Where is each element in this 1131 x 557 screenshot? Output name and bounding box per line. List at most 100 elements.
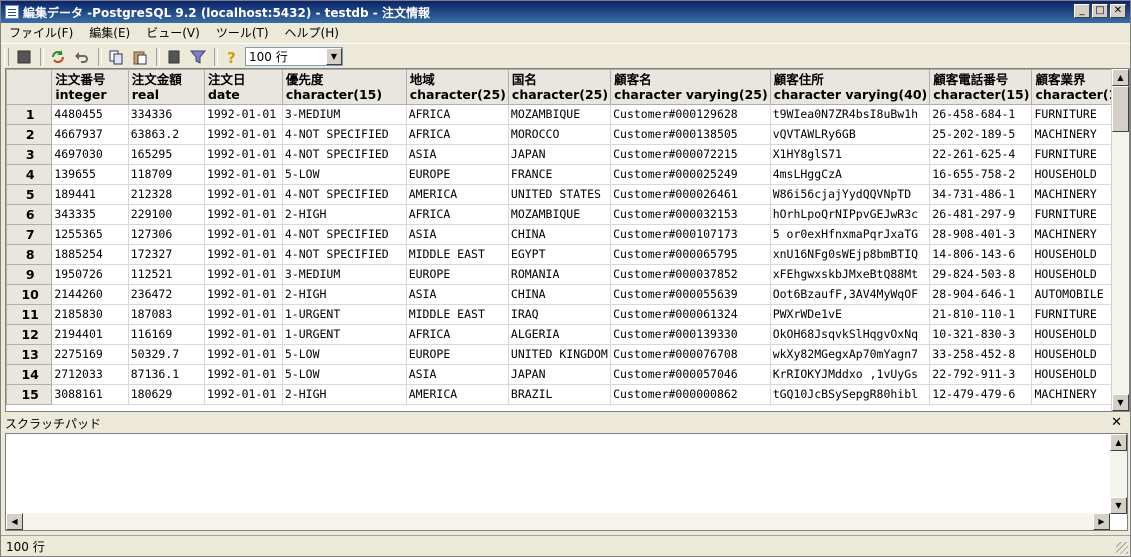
table-cell[interactable]: CHINA bbox=[507, 284, 612, 305]
table-cell[interactable]: 4697030 bbox=[51, 144, 129, 165]
table-cell[interactable]: 28-908-401-3 bbox=[929, 224, 1033, 245]
table-cell[interactable]: 4480455 bbox=[51, 104, 129, 125]
table-cell[interactable]: Customer#000138505 bbox=[610, 124, 771, 145]
table-cell[interactable]: 3-MEDIUM bbox=[281, 104, 407, 125]
table-cell[interactable]: 2275169 bbox=[51, 344, 129, 365]
table-cell[interactable]: Customer#000129628 bbox=[610, 104, 771, 125]
table-cell[interactable]: 139655 bbox=[51, 164, 129, 185]
table-cell[interactable]: OkOH68JsqvkSlHqgvOxNq bbox=[769, 324, 931, 345]
table-cell[interactable]: AFRICA bbox=[405, 324, 509, 345]
table-cell[interactable]: MIDDLE EAST bbox=[405, 304, 509, 325]
row-number[interactable]: 7 bbox=[6, 224, 53, 245]
stop-icon[interactable] bbox=[13, 46, 35, 68]
table-cell[interactable]: 1255365 bbox=[51, 224, 129, 245]
table-cell[interactable]: JAPAN bbox=[507, 144, 612, 165]
table-cell[interactable]: Customer#000107173 bbox=[610, 224, 771, 245]
row-number[interactable]: 14 bbox=[6, 364, 53, 385]
row-number[interactable]: 11 bbox=[6, 304, 53, 325]
table-cell[interactable]: 112521 bbox=[127, 264, 205, 285]
table-cell[interactable]: JAPAN bbox=[507, 364, 612, 385]
table-cell[interactable]: 1992-01-01 bbox=[203, 364, 283, 385]
table-cell[interactable]: 1992-01-01 bbox=[203, 384, 283, 405]
table-cell[interactable]: 33-258-452-8 bbox=[929, 344, 1033, 365]
table-cell[interactable]: EUROPE bbox=[405, 264, 509, 285]
menu-view[interactable]: ビュー(V) bbox=[138, 24, 208, 42]
filter-icon[interactable] bbox=[187, 46, 209, 68]
column-header[interactable]: 顧客住所 character varying(40) bbox=[769, 69, 931, 105]
table-cell[interactable]: hOrhLpoQrNIPpvGEJwR3c bbox=[769, 204, 931, 225]
table-cell[interactable]: 4-NOT SPECIFIED bbox=[281, 124, 407, 145]
table-cell[interactable]: 4667937 bbox=[51, 124, 129, 145]
table-cell[interactable]: wkXy82MGegxAp70mYagn7 bbox=[769, 344, 931, 365]
table-cell[interactable]: 22-261-625-4 bbox=[929, 144, 1033, 165]
column-header[interactable]: 注文番号 integer bbox=[51, 69, 129, 105]
table-cell[interactable]: 5-LOW bbox=[281, 344, 407, 365]
table-cell[interactable]: MOZAMBIQUE bbox=[507, 104, 612, 125]
table-cell[interactable]: 1992-01-01 bbox=[203, 224, 283, 245]
table-cell[interactable]: 1992-01-01 bbox=[203, 124, 283, 145]
column-header[interactable]: 地域 character(25) bbox=[405, 69, 509, 105]
table-cell[interactable]: 22-792-911-3 bbox=[929, 364, 1033, 385]
scroll-thumb[interactable] bbox=[1112, 86, 1129, 132]
copy-icon[interactable] bbox=[105, 46, 127, 68]
resize-grip-icon[interactable] bbox=[1116, 542, 1128, 554]
table-cell[interactable]: EUROPE bbox=[405, 164, 509, 185]
table-cell[interactable]: 5-LOW bbox=[281, 164, 407, 185]
table-cell[interactable]: 63863.2 bbox=[127, 124, 205, 145]
table-cell[interactable]: 4-NOT SPECIFIED bbox=[281, 224, 407, 245]
table-cell[interactable]: tGQ10JcBSySepgR80hibl bbox=[769, 384, 931, 405]
table-cell[interactable]: UNITED KINGDOM bbox=[507, 344, 612, 365]
table-cell[interactable]: Customer#000076708 bbox=[610, 344, 771, 365]
table-cell[interactable]: 4-NOT SPECIFIED bbox=[281, 144, 407, 165]
table-cell[interactable]: 1992-01-01 bbox=[203, 184, 283, 205]
table-cell[interactable]: Oot6BzaufF,3AV4MyWqOF bbox=[769, 284, 931, 305]
table-cell[interactable]: 1950726 bbox=[51, 264, 129, 285]
table-cell[interactable]: UNITED STATES bbox=[507, 184, 612, 205]
row-number[interactable]: 15 bbox=[6, 384, 53, 405]
table-cell[interactable]: Customer#000061324 bbox=[610, 304, 771, 325]
table-cell[interactable]: MOZAMBIQUE bbox=[507, 204, 612, 225]
table-cell[interactable]: 172327 bbox=[127, 244, 205, 265]
paste-icon[interactable] bbox=[129, 46, 151, 68]
table-cell[interactable]: MIDDLE EAST bbox=[405, 244, 509, 265]
table-cell[interactable]: 4msLHggCzA bbox=[769, 164, 931, 185]
table-cell[interactable]: 25-202-189-5 bbox=[929, 124, 1033, 145]
table-cell[interactable]: PWXrWDe1vE bbox=[769, 304, 931, 325]
table-cell[interactable]: 16-655-758-2 bbox=[929, 164, 1033, 185]
table-cell[interactable]: xFEhgwxskbJMxeBtQ88Mt bbox=[769, 264, 931, 285]
close-button[interactable]: ✕ bbox=[1110, 4, 1126, 18]
table-cell[interactable]: 1992-01-01 bbox=[203, 344, 283, 365]
row-number[interactable]: 2 bbox=[6, 124, 53, 145]
row-number[interactable]: 1 bbox=[6, 104, 53, 125]
menu-help[interactable]: ヘルプ(H) bbox=[277, 24, 347, 42]
table-cell[interactable]: 26-458-684-1 bbox=[929, 104, 1033, 125]
close-icon[interactable]: ✕ bbox=[1111, 415, 1122, 430]
table-cell[interactable]: 118709 bbox=[127, 164, 205, 185]
row-number[interactable]: 13 bbox=[6, 344, 53, 365]
grid-vertical-scrollbar[interactable]: ▲ ▼ bbox=[1111, 69, 1129, 411]
scratchpad-vertical-scrollbar[interactable]: ▲ ▼ bbox=[1110, 434, 1127, 514]
row-number[interactable]: 12 bbox=[6, 324, 53, 345]
row-number[interactable]: 10 bbox=[6, 284, 53, 305]
table-cell[interactable]: AMERICA bbox=[405, 184, 509, 205]
table-cell[interactable]: 50329.7 bbox=[127, 344, 205, 365]
table-cell[interactable]: X1HY8glS71 bbox=[769, 144, 931, 165]
table-cell[interactable]: 1992-01-01 bbox=[203, 284, 283, 305]
table-cell[interactable]: 2712033 bbox=[51, 364, 129, 385]
table-cell[interactable]: 4-NOT SPECIFIED bbox=[281, 244, 407, 265]
table-cell[interactable]: ASIA bbox=[405, 364, 509, 385]
table-cell[interactable]: EUROPE bbox=[405, 344, 509, 365]
table-cell[interactable]: AFRICA bbox=[405, 204, 509, 225]
table-cell[interactable]: 34-731-486-1 bbox=[929, 184, 1033, 205]
table-cell[interactable]: Customer#000139330 bbox=[610, 324, 771, 345]
table-cell[interactable]: 2194401 bbox=[51, 324, 129, 345]
table-cell[interactable]: 29-824-503-8 bbox=[929, 264, 1033, 285]
table-cell[interactable]: 343335 bbox=[51, 204, 129, 225]
table-cell[interactable]: 127306 bbox=[127, 224, 205, 245]
table-cell[interactable]: 4-NOT SPECIFIED bbox=[281, 184, 407, 205]
table-cell[interactable]: 5 or0exHfnxmaPqrJxaTG bbox=[769, 224, 931, 245]
table-cell[interactable]: 1992-01-01 bbox=[203, 164, 283, 185]
table-cell[interactable]: IRAQ bbox=[507, 304, 612, 325]
table-cell[interactable]: AFRICA bbox=[405, 104, 509, 125]
scratchpad-textarea[interactable]: ▲ ▼ ◀ ▶ bbox=[5, 433, 1128, 531]
